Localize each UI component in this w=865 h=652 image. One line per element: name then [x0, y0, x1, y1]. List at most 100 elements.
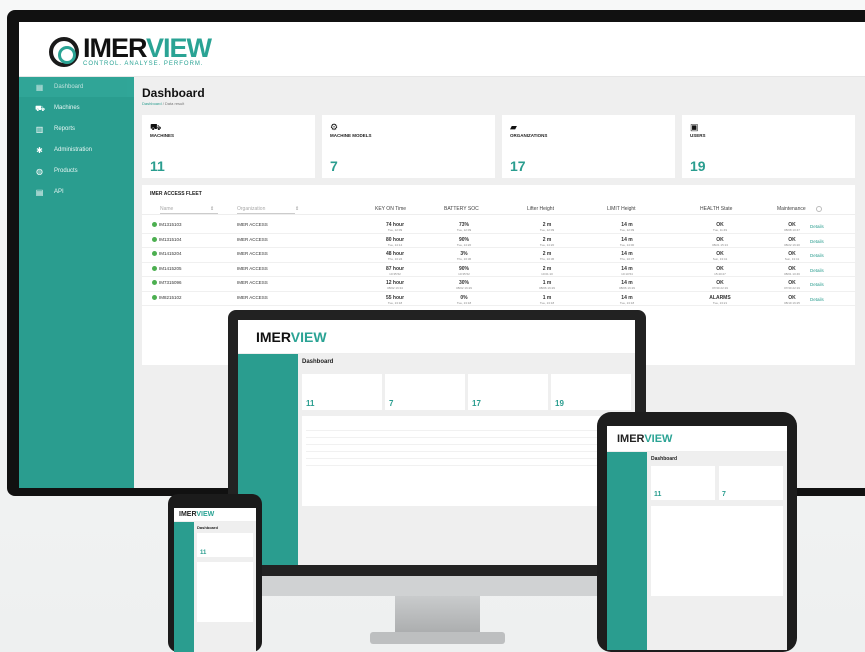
health-state-cell: OK Sun, 13:41	[712, 251, 728, 261]
card-label: MACHINE MODELS	[330, 133, 372, 138]
folder-icon: ▰	[510, 122, 517, 132]
phone-card-value: 11	[200, 550, 207, 556]
maintenance-cell: OK 08/01 10:46	[784, 265, 800, 276]
table-row[interactable]: IM1315103 IMER ACCESS 74 hour Tue, 12:09 73%…	[142, 219, 855, 234]
details-link[interactable]: Details	[810, 239, 824, 244]
battery-soc-cell: 0% Tue, 13:18	[456, 294, 472, 305]
tablet-card-value: 7	[722, 491, 726, 498]
details-link[interactable]: Details	[810, 224, 824, 229]
card-value: 17	[510, 158, 526, 174]
details-link[interactable]: Details	[810, 297, 824, 302]
table-row[interactable]: IM1315104 IMER ACCESS 80 hour Tue, 14:14 90%…	[142, 234, 855, 248]
sidebar-item-machines[interactable]: ⛟ Machines	[19, 98, 134, 118]
sidebar-item-reports[interactable]: ▥ Reports	[19, 119, 134, 139]
organization-filter-input[interactable]: Organization	[237, 206, 295, 214]
tablet-card: 7	[719, 466, 783, 500]
tablet-screen: IMERVIEW Dashboard 11 7	[607, 426, 787, 650]
sidebar-item-api[interactable]: ▤ API	[19, 182, 134, 202]
grid-icon: ▦	[35, 82, 44, 92]
limit-height-cell: 14 m Tue, 13:18	[619, 294, 635, 305]
summary-cards: ⛟ MACHINES 11 ⚙ MACHINE MODELS 7 ▰ ORGAN…	[142, 115, 855, 178]
table-row[interactable]: IM7315096 IMER ACCESS 12 hour 08/02 16:34 30…	[142, 277, 855, 292]
details-link[interactable]: Details	[810, 268, 824, 273]
mini-card-value: 19	[555, 399, 564, 408]
mini-card: 7	[385, 374, 465, 410]
refresh-icon[interactable]	[816, 206, 822, 212]
mini-page-title: Dashboard	[302, 359, 334, 365]
details-link[interactable]: Details	[810, 282, 824, 287]
maintenance-cell: OK 07/30 22:19	[784, 280, 800, 290]
sort-icon[interactable]: ⇕	[210, 206, 214, 212]
breadcrumb-current: Data result	[164, 101, 185, 106]
machine-name[interactable]: IM7315096	[152, 280, 182, 286]
sort-icon[interactable]: ⇕	[295, 206, 299, 212]
mini-logo: IMERVIEW	[256, 329, 327, 345]
health-state-cell: OK 07/30 22:19	[712, 280, 728, 290]
health-state-cell: OK 08/21 15:13	[712, 236, 728, 247]
machines-card[interactable]: ⛟ MACHINES 11	[142, 115, 315, 178]
status-dot-icon	[152, 265, 157, 271]
sidebar-item-dashboard[interactable]: ▦ Dashboard	[19, 77, 134, 97]
sidebar-item-administration[interactable]: ✱ Administration	[19, 140, 134, 160]
table-row[interactable]: IM1415205 IMER ACCESS 87 hour 10:35:52 90% 10…	[142, 263, 855, 277]
table-row[interactable]: IM1415204 IMER ACCESS 48 hour Thu, 10:24 3% T…	[142, 248, 855, 263]
table-row[interactable]: IM8215102 IMER ACCESS 55 hour Tue, 13:18 0% T…	[142, 292, 855, 306]
imac-device: IMERVIEW Dashboard 11 7 17 19	[228, 310, 646, 576]
column-header[interactable]: LIMIT Height	[607, 206, 636, 212]
column-header[interactable]: Lifter Height	[527, 206, 554, 212]
machine-name[interactable]: IM8215102	[152, 295, 182, 300]
mini-row	[306, 438, 627, 445]
limit-height-cell: 14 m Tue, 14:00	[619, 236, 635, 247]
battery-soc-cell: 90% 10:35:52	[458, 265, 470, 276]
bar-chart-icon: ▥	[35, 124, 44, 134]
machine-name[interactable]: IM1315103	[152, 222, 182, 228]
details-link[interactable]: Details	[810, 253, 824, 258]
tablet-logo: IMERVIEW	[617, 433, 673, 445]
sidebar-item-products[interactable]: ◍ Products	[19, 161, 134, 181]
mini-card: 19	[551, 374, 631, 410]
status-dot-icon	[152, 280, 157, 286]
battery-soc-cell: 90% Tue, 14:20	[456, 236, 472, 247]
battery-soc-cell: 30% 08/02 16:29	[456, 280, 472, 290]
imerview-logo[interactable]: IMERVIEW CONTROL. ANALYSE. PERFORM.	[49, 33, 212, 68]
users-card[interactable]: ▣ USERS 19	[682, 115, 855, 178]
tablet-table	[651, 506, 783, 596]
top-bar: IMERVIEW CONTROL. ANALYSE. PERFORM.	[19, 22, 865, 77]
health-state-cell: OK 15:40:27	[714, 265, 726, 276]
lifter-height-cell: 1 m 08/06 16:29	[539, 280, 555, 290]
column-header[interactable]: HEALTH State	[700, 206, 732, 212]
card-label: MACHINES	[150, 133, 175, 138]
machine-name[interactable]: IM1415205	[152, 266, 182, 271]
breadcrumb-home[interactable]: Dashboard	[142, 101, 162, 106]
fleet-header-row: Name ⇕ Organization ⇕ KEY ON Time BATTER…	[142, 203, 855, 215]
mini-card-value: 7	[389, 399, 394, 408]
machine-name[interactable]: IM1415204	[152, 251, 182, 257]
key-on-cell: 12 hour 08/02 16:34	[385, 280, 405, 290]
tablet-card: 11	[651, 466, 715, 500]
limit-height-cell: 14 m Tue, 12:09	[619, 222, 635, 232]
mini-card: 11	[302, 374, 382, 410]
machine-models-card[interactable]: ⚙ MACHINE MODELS 7	[322, 115, 495, 178]
column-header[interactable]: Maintenance	[777, 206, 806, 212]
machine-name[interactable]: IM1315104	[152, 237, 182, 242]
organizations-card[interactable]: ▰ ORGANIZATIONS 17	[502, 115, 675, 178]
limit-height-cell: 14 m 10:10:54	[621, 265, 633, 276]
health-state-cell: ALARMS Tue, 13:21	[709, 294, 731, 305]
sidebar-item-label: API	[54, 189, 64, 195]
globe-icon: ◍	[36, 166, 43, 176]
lifter-height-cell: 1 m Tue, 13:18	[539, 294, 555, 305]
mini-main: Dashboard 11 7 17 19	[298, 354, 635, 565]
lifter-height-cell: 2 m Thu, 10:36	[539, 251, 555, 261]
logo-word: IMERVIEW	[83, 33, 212, 63]
lifter-height-cell: 2 m Tue, 14:20	[539, 236, 555, 247]
lifter-height-cell: 2 m Tue, 12:09	[539, 222, 555, 232]
imac-chin	[228, 576, 646, 596]
column-header[interactable]: BATTERY SOC	[444, 206, 479, 212]
status-dot-icon	[152, 251, 157, 257]
limit-height-cell: 14 m 08/06 16:29	[619, 280, 635, 290]
status-dot-icon	[152, 222, 157, 228]
mini-row	[306, 452, 627, 459]
organization-cell: IMER ACCESS	[237, 222, 268, 227]
logo-text: IMERVIEW CONTROL. ANALYSE. PERFORM.	[83, 33, 212, 68]
column-header[interactable]: KEY ON Time	[375, 206, 406, 212]
